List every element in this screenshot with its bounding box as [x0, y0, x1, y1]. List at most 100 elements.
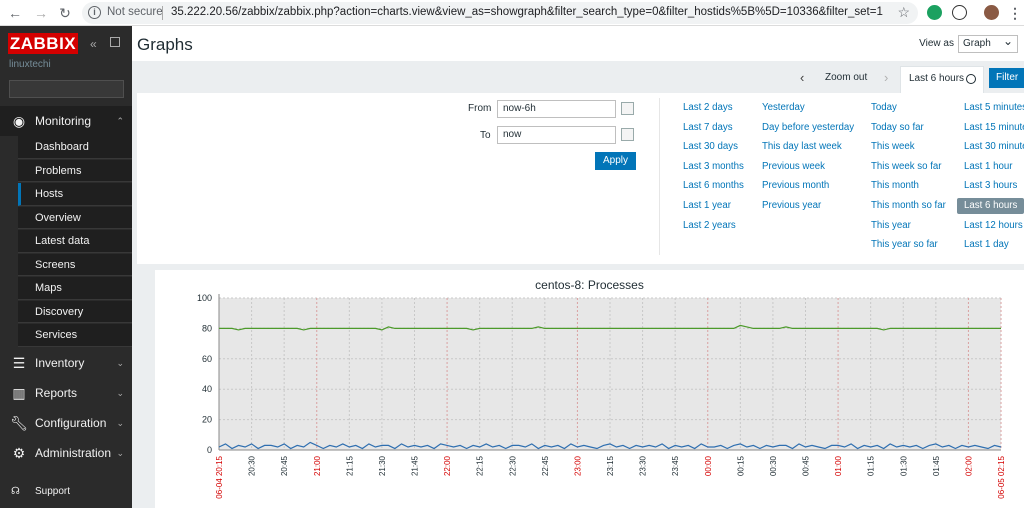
range-last-3-hours[interactable]: Last 3 hours: [964, 179, 1017, 193]
processes-chart[interactable]: 0 20 40 60 80 100 06-04 20:15 20:30 20:45 21:00 21…: [155, 270, 1024, 508]
zabbix-logo[interactable]: ZABBIX: [8, 33, 78, 54]
x-tick-label: 23:15: [606, 455, 615, 476]
view-as-select[interactable]: Graph: [958, 33, 1018, 53]
sidebar-item-services[interactable]: Services: [18, 324, 132, 347]
support-link[interactable]: ☊ Support: [0, 480, 132, 504]
panel-divider: [659, 98, 660, 255]
range-this-month[interactable]: This month: [871, 179, 919, 193]
range-last-7-days[interactable]: Last 7 days: [683, 121, 733, 135]
x-tick-label: 00:15: [736, 455, 745, 476]
profile-avatar[interactable]: [984, 5, 999, 20]
browser-toolbar: ← → ↻ i Not secure 35.222.20.56/zabbix/z…: [0, 0, 1024, 26]
sidebar-item-screens[interactable]: Screens: [18, 253, 132, 276]
grammarly-extension-icon[interactable]: [927, 5, 942, 20]
range-this-week-so-far[interactable]: This week so far: [871, 160, 942, 174]
x-tick-label: 21:45: [411, 455, 420, 476]
range-last-5-minutes[interactable]: Last 5 minutes: [964, 101, 1024, 115]
sidebar-item-problems[interactable]: Problems: [18, 159, 132, 182]
reload-icon[interactable]: ↻: [56, 4, 74, 22]
more-menu-icon[interactable]: ⋮: [1006, 4, 1024, 22]
range-last-3-months[interactable]: Last 3 months: [683, 160, 744, 174]
range-day-before-yesterday[interactable]: Day before yesterday: [762, 121, 854, 135]
y-tick-label: 80: [202, 323, 212, 333]
y-tick-label: 40: [202, 384, 212, 394]
range-last-1-hour[interactable]: Last 1 hour: [964, 160, 1012, 174]
range-last-30-days[interactable]: Last 30 days: [683, 140, 738, 154]
tab-filter[interactable]: Filter: [989, 68, 1024, 88]
forward-icon[interactable]: →: [32, 4, 50, 22]
x-tick-label: 00:00: [704, 455, 713, 476]
range-last-2-years[interactable]: Last 2 years: [683, 219, 736, 233]
range-last-12-hours[interactable]: Last 12 hours: [964, 219, 1023, 233]
extension-icon[interactable]: [952, 5, 967, 20]
sidebar-item-latest-data[interactable]: Latest data: [18, 230, 132, 253]
range-this-year[interactable]: This year: [871, 219, 911, 233]
section-label: Administration: [35, 446, 112, 460]
bookmark-star-icon[interactable]: ☆: [897, 4, 910, 21]
sidebar-item-discovery[interactable]: Discovery: [18, 300, 132, 323]
sidebar-search-input[interactable]: [9, 80, 124, 98]
to-input[interactable]: now: [497, 126, 616, 144]
chevron-down-icon: ⌄: [116, 388, 124, 398]
section-label: Reports: [35, 386, 78, 400]
x-tick-label: 23:00: [573, 455, 582, 476]
sidebar-item-maps[interactable]: Maps: [18, 277, 132, 300]
x-tick-label: 21:15: [345, 455, 354, 476]
address-divider: [162, 6, 163, 20]
x-tick-label: 22:15: [476, 455, 485, 476]
range-today[interactable]: Today: [871, 101, 897, 115]
range-this-week[interactable]: This week: [871, 140, 915, 154]
sidebar-item-overview[interactable]: Overview: [18, 206, 132, 229]
range-previous-year[interactable]: Previous year: [762, 199, 821, 213]
range-this-day-last-week[interactable]: This day last week: [762, 140, 842, 154]
gear-icon: ⚙: [12, 445, 26, 461]
y-tick-label: 0: [207, 445, 212, 455]
info-icon[interactable]: i: [88, 6, 101, 19]
range-last-2-days[interactable]: Last 2 days: [683, 101, 733, 115]
from-input[interactable]: now-6h: [497, 100, 616, 118]
range-this-month-so-far[interactable]: This month so far: [871, 199, 946, 213]
range-yesterday[interactable]: Yesterday: [762, 101, 805, 115]
sidebar-section-monitoring[interactable]: ◉ Monitoring ⌃: [0, 106, 132, 136]
calendar-icon[interactable]: [621, 102, 634, 115]
chevron-down-icon: ⌄: [116, 358, 124, 368]
sidebar-section-configuration[interactable]: 🔧︎ Configuration ⌄: [0, 408, 132, 438]
main-content: Graphs View as Graph ‹ Zoom out › Last 6…: [132, 26, 1024, 508]
range-last-1-year[interactable]: Last 1 year: [683, 199, 731, 213]
section-label: Monitoring: [35, 114, 92, 128]
sidebar-section-reports[interactable]: ▥ Reports ⌄: [0, 378, 132, 408]
sidebar-section-inventory[interactable]: ☰ Inventory ⌄: [0, 348, 132, 378]
range-last-6-months[interactable]: Last 6 months: [683, 179, 744, 193]
chevron-down-icon: ⌄: [116, 418, 124, 428]
range-last-15-minutes[interactable]: Last 15 minutes: [964, 121, 1024, 135]
range-previous-week[interactable]: Previous week: [762, 160, 825, 174]
range-last-6-hours[interactable]: Last 6 hours: [957, 198, 1024, 214]
x-tick-label: 06-04 20:15: [215, 455, 224, 498]
chevron-left-icon[interactable]: ‹: [800, 70, 804, 85]
url-text[interactable]: 35.222.20.56/zabbix/zabbix.php?action=ch…: [171, 6, 883, 18]
chevron-right-icon[interactable]: ›: [884, 70, 888, 85]
address-bar[interactable]: i Not secure 35.222.20.56/zabbix/zabbix.…: [82, 2, 918, 24]
apply-button[interactable]: Apply: [595, 152, 636, 170]
headset-icon: ☊: [11, 486, 20, 497]
range-this-year-so-far[interactable]: This year so far: [871, 238, 938, 252]
kiosk-mode-icon[interactable]: [110, 37, 120, 47]
x-tick-label: 20:30: [248, 455, 257, 476]
bar-chart-icon: ▥: [12, 385, 26, 401]
zoom-out-button[interactable]: Zoom out: [825, 72, 867, 83]
collapse-sidebar-icon[interactable]: «: [90, 37, 97, 51]
tab-time-period[interactable]: Last 6 hours: [900, 66, 984, 93]
range-last-1-day[interactable]: Last 1 day: [964, 238, 1009, 252]
range-previous-month[interactable]: Previous month: [762, 179, 829, 193]
sidebar-item-hosts[interactable]: Hosts: [18, 183, 132, 206]
sidebar-section-administration[interactable]: ⚙ Administration ⌄: [0, 438, 132, 468]
sidebar-item-dashboard[interactable]: Dashboard: [18, 136, 132, 159]
range-last-30-minutes[interactable]: Last 30 minutes: [964, 140, 1024, 154]
calendar-icon[interactable]: [621, 128, 634, 141]
back-icon[interactable]: ←: [6, 4, 24, 22]
from-label: From: [468, 103, 492, 114]
server-name: linuxtechi: [9, 59, 51, 70]
time-filter-panel: From now-6h To now Apply Last 2 days Last…: [137, 93, 1024, 264]
range-today-so-far[interactable]: Today so far: [871, 121, 924, 135]
x-tick-label: 22:45: [541, 455, 550, 476]
